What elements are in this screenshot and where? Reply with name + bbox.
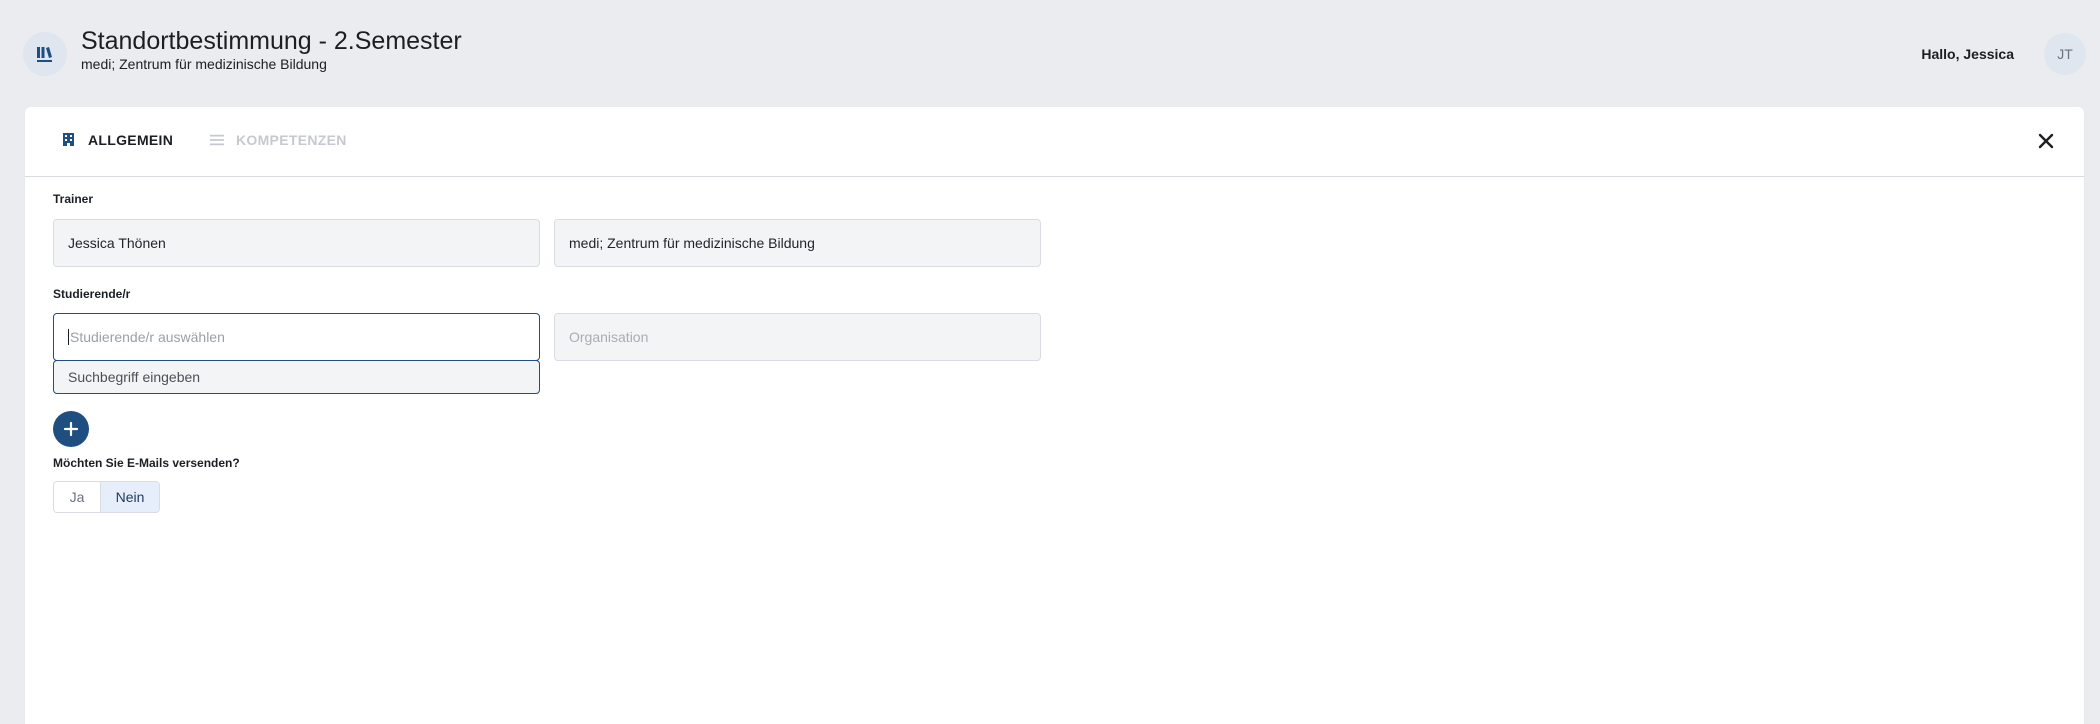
email-toggle: Ja Nein [53,481,160,513]
text-caret [68,329,69,345]
tab-allgemein-label: ALLGEMEIN [88,132,174,148]
page-subtitle: medi; Zentrum für medizinische Bildung [81,56,327,72]
user-greeting: Hallo, Jessica [1921,46,2014,62]
trainer-label: Trainer [53,192,94,206]
tab-bar: ALLGEMEIN KOMPETENZEN [25,107,2084,177]
student-label: Studierende/r [53,287,131,301]
list-icon [210,133,224,147]
plus-icon [63,421,79,437]
add-student-button[interactable] [53,411,89,447]
form-card: ALLGEMEIN KOMPETENZEN Trainer Jessica Th… [25,107,2084,724]
email-option-ja[interactable]: Ja [54,482,101,512]
tab-kompetenzen[interactable]: KOMPETENZEN [210,132,347,148]
tab-allgemein[interactable]: ALLGEMEIN [62,132,173,148]
search-hint-dropdown[interactable]: Suchbegriff eingeben [53,360,540,394]
trainer-organisation-field: medi; Zentrum für medizinische Bildung [554,219,1041,267]
student-select-input[interactable]: Studierende/r auswählen [53,313,540,361]
app-header: Standortbestimmung - 2.Semester medi; Ze… [0,0,2100,106]
building-icon [62,133,76,147]
email-option-nein[interactable]: Nein [101,482,159,512]
student-select-placeholder: Studierende/r auswählen [70,329,225,345]
student-organisation-field: Organisation [554,313,1041,361]
trainer-name-field: Jessica Thönen [53,219,540,267]
page-title: Standortbestimmung - 2.Semester [81,27,462,55]
email-question-label: Möchten Sie E-Mails versenden? [53,456,240,470]
avatar[interactable]: JT [2044,33,2086,75]
library-books-icon [23,32,67,76]
close-icon[interactable] [2034,129,2058,153]
tab-kompetenzen-label: KOMPETENZEN [236,132,347,148]
